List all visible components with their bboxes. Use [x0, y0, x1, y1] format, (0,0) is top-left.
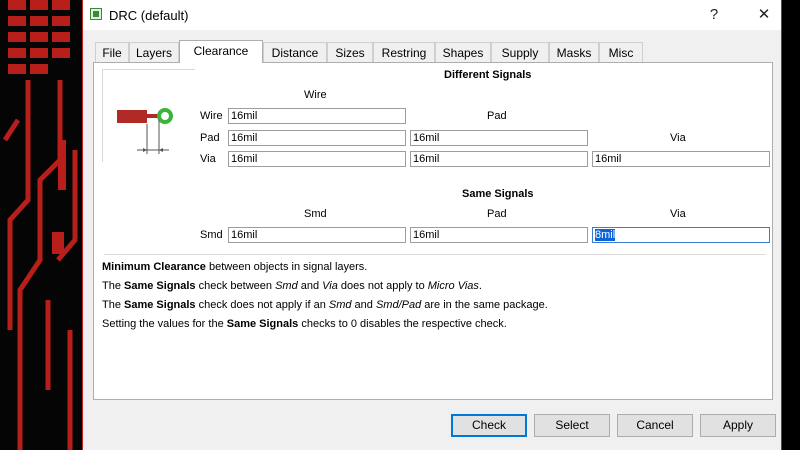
different-signals-heading: Different Signals [444, 69, 532, 81]
tab-sizes[interactable]: Sizes [327, 42, 373, 62]
separator [104, 254, 766, 255]
description-run: and [297, 280, 323, 292]
description-line: The Same Signals check does not apply if… [102, 299, 548, 311]
description-run: Smd/Pad [375, 299, 422, 311]
description-line: Setting the values for the Same Signals … [102, 318, 507, 330]
via-pad-field[interactable]: 16mil [410, 151, 588, 167]
description-run: between objects in signal layers. [205, 261, 368, 273]
clearance-panel: Different Signals Wire Pad Via Wire Pad … [93, 62, 773, 400]
col-pad-label: Pad [487, 110, 507, 122]
same-signals-heading: Same Signals [462, 188, 534, 200]
title-bar: DRC (default) ? ✕ [83, 0, 781, 30]
description-run: are in the same package. [421, 299, 548, 311]
tab-layers[interactable]: Layers [129, 42, 179, 62]
smd-pad-field[interactable]: 16mil [410, 227, 588, 243]
description-run: Smd [275, 280, 298, 292]
row-via-label: Via [200, 153, 216, 165]
tab-shapes[interactable]: Shapes [435, 42, 491, 62]
description-run: does not apply to [337, 280, 428, 292]
window-title: DRC (default) [109, 8, 189, 23]
wire-wire-field[interactable]: 16mil [228, 108, 406, 124]
tab-masks[interactable]: Masks [549, 42, 599, 62]
pcb-background [0, 0, 90, 450]
description-run: and [351, 299, 376, 311]
description-run: Minimum Clearance [102, 261, 206, 273]
via-via-field[interactable]: 16mil [592, 151, 770, 167]
col-smd-label: Smd [304, 208, 327, 220]
description-run: . [478, 280, 482, 292]
description-line: Minimum Clearance between objects in sig… [102, 261, 367, 273]
smd-via-selected-text: 8mil [595, 229, 616, 241]
description-run: Smd [328, 299, 352, 311]
select-button[interactable]: Select [534, 414, 610, 437]
description-run: Same Signals [124, 299, 196, 311]
col-wire-label: Wire [304, 89, 327, 101]
description-run: check does not apply if an [195, 299, 329, 311]
help-button[interactable]: ? [699, 4, 729, 26]
smd-via-field[interactable]: 8mil [592, 227, 770, 243]
tab-clearance[interactable]: Clearance [179, 40, 263, 63]
description-run: Setting the values for the [102, 318, 227, 330]
description-run: Micro Vias [427, 280, 479, 292]
tab-bar: File Layers Clearance Distance Sizes Res… [91, 40, 771, 63]
row-pad-label: Pad [200, 132, 220, 144]
tab-file[interactable]: File [95, 42, 129, 62]
close-icon[interactable]: ✕ [749, 4, 779, 26]
description-run: Same Signals [124, 280, 196, 292]
description-run: The [102, 299, 125, 311]
clearance-diagram [102, 69, 195, 162]
tab-supply[interactable]: Supply [491, 42, 549, 62]
tab-restring[interactable]: Restring [373, 42, 435, 62]
cancel-button[interactable]: Cancel [617, 414, 693, 437]
description-run: Same Signals [226, 318, 299, 330]
app-icon [90, 8, 102, 20]
pad-pad-field[interactable]: 16mil [410, 130, 588, 146]
tab-misc[interactable]: Misc [599, 42, 643, 62]
row-smd-label: Smd [200, 229, 223, 241]
drc-dialog: DRC (default) ? ✕ File Layers Clearance … [82, 0, 782, 450]
pcb-traces-graphic [2, 0, 78, 450]
description-run: Via [322, 280, 338, 292]
check-button[interactable]: Check [451, 414, 527, 437]
via-wire-field[interactable]: 16mil [228, 151, 406, 167]
description-run: The [102, 280, 125, 292]
row-wire-label: Wire [200, 110, 223, 122]
col-same-via-label: Via [670, 208, 686, 220]
smd-smd-field[interactable]: 16mil [228, 227, 406, 243]
col-same-pad-label: Pad [487, 208, 507, 220]
apply-button[interactable]: Apply [700, 414, 776, 437]
tab-distance[interactable]: Distance [263, 42, 327, 62]
description-run: check between [195, 280, 276, 292]
pad-wire-field[interactable]: 16mil [228, 130, 406, 146]
description-line: The Same Signals check between Smd and V… [102, 280, 482, 292]
col-via-label: Via [670, 132, 686, 144]
description-run: checks to 0 disables the respective chec… [298, 318, 507, 330]
